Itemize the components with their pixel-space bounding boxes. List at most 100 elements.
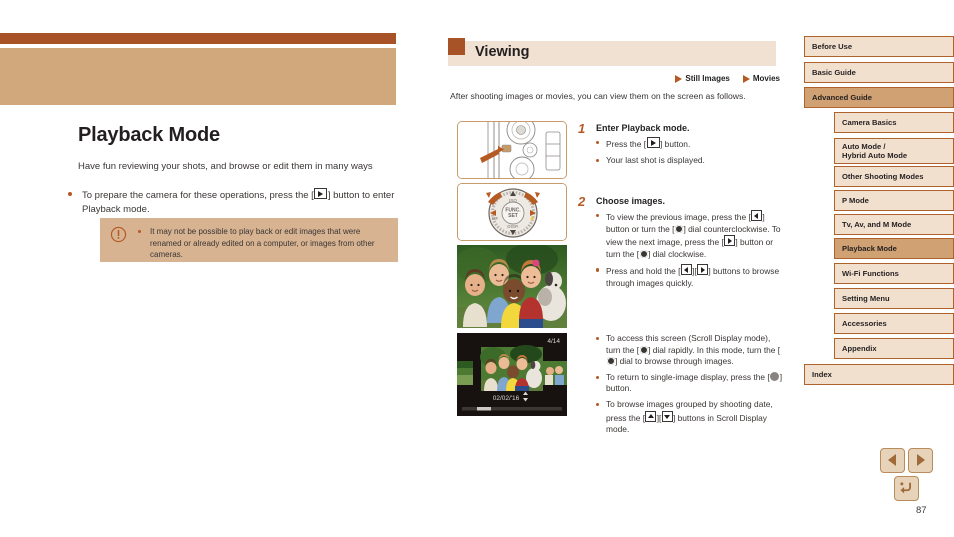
bullet-dot-icon (138, 230, 141, 233)
next-page-button[interactable] (908, 448, 933, 473)
sidebar-item-playback-mode[interactable]: Playback Mode (834, 238, 954, 259)
sidebar-item-accessories[interactable]: Accessories (834, 313, 954, 334)
bullet-dot-icon (596, 337, 600, 341)
step-1-bullet-1-pre: Press the [ (606, 139, 647, 149)
right-button-icon (697, 264, 709, 276)
chapter-band-dark (0, 33, 396, 44)
sidebar-item-label: Auto Mode / Hybrid Auto Mode (842, 141, 908, 161)
sidebar-item-advanced-guide[interactable]: Advanced Guide (804, 87, 954, 108)
triangle-right-icon (675, 74, 683, 83)
step-2-bullet-1: To view the previous image, press the []… (596, 210, 783, 260)
lead-bullet: To prepare the camera for these operatio… (68, 188, 398, 216)
sidebar-item-label: Before Use (812, 41, 853, 51)
exclamation-circle-icon (110, 226, 127, 243)
section-marker-square (448, 38, 465, 55)
sidebar-item-tv-av-and-m-mode[interactable]: Tv, Av, and M Mode (834, 214, 954, 235)
caution-text-block: It may not be possible to play back or e… (138, 226, 388, 261)
bullet-dot-icon (596, 268, 600, 272)
triangle-left-icon (888, 454, 896, 466)
bullet-dot-icon (68, 192, 72, 196)
scroll-counter: 4/14 (547, 338, 560, 345)
step-1-bullet-1: Press the [ ] button. (596, 137, 783, 151)
svg-text:SET: SET (508, 213, 518, 219)
bullet-dot-icon (596, 402, 600, 407)
caution-box: It may not be possible to play back or e… (100, 218, 398, 262)
sidebar-item-label: Index (812, 369, 832, 379)
step-1-bullet-1-post: ] button. (660, 139, 691, 149)
control-dial-icon (606, 357, 615, 366)
sidebar-item-p-mode[interactable]: P Mode (834, 190, 954, 211)
svg-text:MF: MF (492, 216, 498, 221)
sidebar-item-index[interactable]: Index (804, 364, 954, 385)
bullet-dot-icon (596, 214, 600, 218)
control-dial-icon (639, 345, 648, 354)
sidebar-item-label: Playback Mode (842, 243, 897, 253)
step-2-bullets: To view the previous image, press the []… (596, 210, 783, 294)
down-button-icon (661, 410, 673, 422)
sidebar-item-label: Wi-Fi Functions (842, 268, 899, 278)
left-column: Playback Mode Have fun reviewing your sh… (0, 0, 398, 537)
sidebar-item-before-use[interactable]: Before Use (804, 36, 954, 57)
control-dial-icon (674, 224, 683, 233)
svg-text:ISO: ISO (509, 198, 517, 203)
step-1-bullets: Press the [ ] button. Your last shot is d… (596, 137, 783, 170)
sidebar-item-wi-fi-functions[interactable]: Wi-Fi Functions (834, 263, 954, 284)
single-image-display-photo (457, 245, 567, 328)
return-button[interactable] (894, 476, 919, 501)
sidebar-item-basic-guide[interactable]: Basic Guide (804, 62, 954, 83)
triangle-right-icon (917, 454, 925, 466)
page-controls (880, 448, 950, 508)
svg-text:DISP.: DISP. (507, 224, 518, 229)
sidebar-item-label: Camera Basics (842, 117, 897, 127)
chapter-band-light (0, 48, 396, 105)
bullet-dot-icon (596, 375, 600, 379)
sidebar-item-label: Accessories (842, 318, 887, 328)
step-3-bullets: To access this screen (Scroll Display mo… (596, 333, 783, 440)
manual-page: Playback Mode Have fun reviewing your sh… (0, 0, 954, 537)
sidebar-item-other-shooting-modes[interactable]: Other Shooting Modes (834, 166, 954, 187)
intro-paragraph: After shooting images or movies, you can… (450, 91, 746, 101)
content-column: Viewing Still Images Movies After shooti… (440, 0, 790, 537)
tag-still-images: Still Images (675, 74, 730, 83)
left-button-icon (680, 264, 692, 276)
return-arrow-icon (900, 482, 911, 494)
camera-playback-button-illustration (457, 121, 567, 179)
sidebar-item-appendix[interactable]: Appendix (834, 338, 954, 359)
page-number: 87 (916, 505, 927, 516)
lead-bullet-text-pre: To prepare the camera for these operatio… (82, 190, 314, 201)
sidebar-item-auto-mode-hybrid-auto-mode[interactable]: Auto Mode / Hybrid Auto Mode (834, 138, 954, 164)
lead-bullet-text: To prepare the camera for these operatio… (82, 188, 398, 216)
caution-text: It may not be possible to play back or e… (150, 227, 375, 259)
sidebar-item-label: P Mode (842, 195, 869, 205)
camera-control-dial-illustration: FUNC. SET ISO DISP. MF ⚡ (457, 183, 567, 241)
previous-page-button[interactable] (880, 448, 905, 473)
sidebar-item-label: Basic Guide (812, 67, 856, 77)
sidebar-item-label: Other Shooting Modes (842, 171, 924, 181)
media-type-tags: Still Images Movies (667, 74, 780, 83)
left-button-icon (751, 210, 763, 221)
up-button-icon (645, 410, 657, 422)
step-1-title: Enter Playback mode. (596, 123, 690, 133)
playback-button-icon (646, 137, 660, 148)
sidebar-item-label: Setting Menu (842, 293, 890, 303)
sidebar-item-label: Tv, Av, and M Mode (842, 219, 912, 229)
sidebar-item-camera-basics[interactable]: Camera Basics (834, 112, 954, 133)
triangle-right-icon (742, 74, 750, 83)
scroll-display-screen: 4/14 02/02/'16 (457, 333, 567, 416)
step-2-bullet-2: Press and hold the [][] buttons to brows… (596, 264, 783, 289)
sidebar-item-label: Advanced Guide (812, 92, 872, 102)
func-set-button-icon (770, 371, 780, 381)
step-2-title: Choose images. (596, 196, 666, 206)
tag-still-images-label: Still Images (685, 74, 730, 83)
step-1-number: 1 (578, 121, 586, 136)
tag-movies: Movies (742, 74, 780, 83)
scroll-date: 02/02/'16 (493, 395, 520, 402)
sidebar-item-setting-menu[interactable]: Setting Menu (834, 288, 954, 309)
step-1-bullet-2-text: Your last shot is displayed. (606, 154, 705, 165)
control-dial-icon (639, 249, 648, 258)
right-button-icon (724, 235, 736, 247)
sidebar-item-label: Appendix (842, 343, 877, 353)
playback-button-icon (314, 188, 328, 199)
step-3-bullet-2: To return to single-image display, press… (596, 371, 783, 395)
tag-movies-label: Movies (752, 74, 780, 83)
